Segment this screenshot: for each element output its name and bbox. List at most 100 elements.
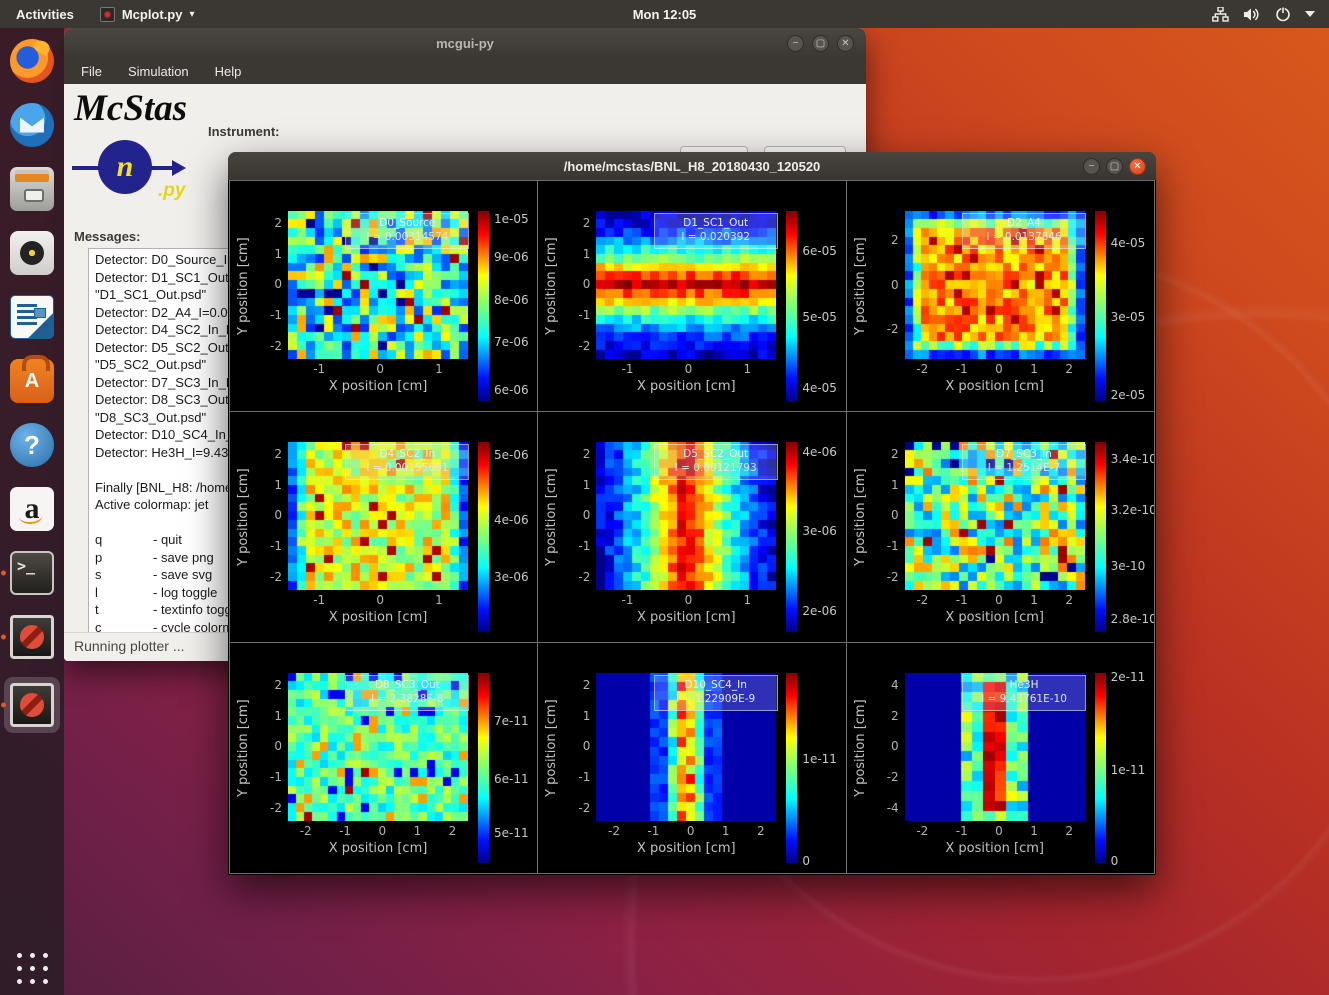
colorbar (786, 442, 797, 632)
ubuntu-software-icon: A (10, 359, 54, 403)
colorbar (1095, 673, 1106, 863)
colorbar-ticks: 3.4e-103.2e-103e-102.8e-10 (1111, 442, 1154, 632)
system-status-area[interactable] (1212, 6, 1329, 22)
y-axis-label: Y position [cm] (853, 211, 868, 361)
colorbar-ticks: 7e-116e-115e-11 (494, 673, 537, 863)
colorbar-ticks: 6e-055e-054e-05 (802, 211, 845, 401)
x-axis-label: X position [cm] (288, 379, 468, 394)
legend-box: He3HI = 9.43761E-10 (962, 675, 1086, 711)
mcgui-window-title: mcgui-py (436, 36, 494, 51)
y-axis-label: Y position [cm] (544, 673, 559, 823)
legend-box: D4_SC2_InI = 0.00155601 (345, 444, 469, 480)
running-indicator (1, 635, 6, 640)
x-axis-ticks: -2-1012 (596, 824, 776, 838)
legend-detector-name: D0_Source (350, 216, 464, 230)
legend-intensity: I = 1.22909E-9 (659, 692, 773, 706)
show-applications-button[interactable] (15, 951, 49, 985)
legend-detector-name: He3H (967, 678, 1081, 692)
clock-label: Mon 12:05 (633, 7, 697, 22)
dock-item-rhythmbox[interactable] (8, 229, 56, 277)
dock-item-writer[interactable] (8, 293, 56, 341)
colorbar (786, 211, 797, 401)
dock-item-terminal[interactable]: >_ (8, 549, 56, 597)
dock-item-thunderbird[interactable] (8, 101, 56, 149)
mcplot-titlebar[interactable]: /home/mcstas/BNL_H8_20180430_120520 − ▢ … (228, 152, 1156, 180)
mcplot-app-icon (100, 7, 115, 22)
files-icon (10, 167, 54, 211)
dock-item-firefox[interactable] (8, 37, 56, 85)
desktop: { "topbar": { "activities": "Activities"… (0, 0, 1329, 995)
minimize-button[interactable]: − (787, 35, 804, 52)
plots-grid: Y position [cm] 210-1-2 D0_SourceI = 0.003… (229, 180, 1155, 874)
activities-label: Activities (16, 7, 74, 22)
clock[interactable]: Mon 12:05 (633, 7, 697, 22)
y-axis-label: Y position [cm] (853, 442, 868, 592)
close-button[interactable]: ✕ (837, 35, 854, 52)
maximize-button[interactable]: ▢ (812, 35, 829, 52)
y-axis-ticks: 210-1-2 (564, 673, 590, 821)
dock-item-files[interactable] (8, 165, 56, 213)
minimize-button[interactable]: − (1083, 158, 1100, 175)
x-axis-ticks: -2-1012 (905, 824, 1085, 838)
x-axis-label: X position [cm] (596, 841, 776, 856)
y-axis-label: Y position [cm] (236, 442, 251, 592)
mcplot-window-title: /home/mcstas/BNL_H8_20180430_120520 (564, 159, 821, 174)
amazon-icon: a (10, 487, 54, 531)
legend-box: D5_SC2_OutI = 0.00121793 (654, 444, 778, 480)
dock: A ? a >_ (0, 28, 64, 995)
legend-intensity: I = 0.00314574 (350, 230, 464, 244)
y-axis-label: Y position [cm] (544, 211, 559, 361)
x-axis-label: X position [cm] (596, 379, 776, 394)
maximize-button[interactable]: ▢ (1106, 158, 1123, 175)
dock-item-mcplot-window[interactable] (4, 677, 60, 733)
y-axis-ticks: 20-2 (873, 211, 899, 359)
dock-item-help[interactable]: ? (8, 421, 56, 469)
dock-item-amazon[interactable]: a (8, 485, 56, 533)
legend-intensity: I = 0.0137846 (967, 230, 1081, 244)
legend-box: D8_SC3_OutI = 2.3828E-8 (345, 675, 469, 711)
legend-box: D10_SC4_InI = 1.22909E-9 (654, 675, 778, 711)
activities-button[interactable]: Activities (0, 0, 90, 28)
y-axis-ticks: 420-2-4 (873, 673, 899, 821)
menu-help[interactable]: Help (215, 64, 242, 79)
x-axis-label: X position [cm] (905, 841, 1085, 856)
x-axis-ticks: -101 (596, 362, 776, 376)
legend-detector-name: D5_SC2_Out (659, 447, 773, 461)
app-menu[interactable]: Mcplot.py ▾ (90, 0, 205, 28)
subplot-he3h: Y position [cm] 420-2-4 He3HI = 9.43761E-1… (847, 643, 1154, 873)
dock-item-mcgui-window[interactable] (8, 613, 56, 661)
mcstas-logo-text: McStas (74, 87, 187, 130)
legend-detector-name: D10_SC4_In (659, 678, 773, 692)
y-axis-label: Y position [cm] (544, 442, 559, 592)
subplot-d4_sc2_in: Y position [cm]210-1-2D4_SC2_InI = 0.001… (230, 412, 537, 642)
no-entry-window-icon (10, 683, 54, 727)
neutron-icon: n (98, 140, 152, 194)
close-button[interactable]: ✕ (1129, 158, 1146, 175)
legend-box: D1_SC1_OutI = 0.020392 (654, 213, 778, 249)
x-axis-label: X position [cm] (905, 610, 1085, 625)
app-menu-label: Mcplot.py (122, 7, 183, 22)
no-entry-window-icon (10, 615, 54, 659)
y-axis-ticks: 210-1-2 (256, 673, 282, 821)
subplot-d7_sc3_in: Y position [cm]210-1-2D7_SC3_InI = 1.251… (847, 412, 1154, 642)
x-axis-ticks: -2-1012 (905, 593, 1085, 607)
dock-item-software[interactable]: A (8, 357, 56, 405)
colorbar-ticks: 4e-063e-062e-06 (802, 442, 845, 632)
colorbar-ticks: 4e-053e-052e-05 (1111, 211, 1154, 401)
legend-detector-name: D4_SC2_In (350, 447, 464, 461)
mcgui-menubar: File Simulation Help (64, 58, 866, 84)
menu-file[interactable]: File (81, 64, 102, 79)
x-axis-ticks: -101 (288, 593, 468, 607)
menu-simulation[interactable]: Simulation (128, 64, 189, 79)
y-axis-label: Y position [cm] (853, 673, 868, 823)
legend-intensity: I = 0.00121793 (659, 461, 773, 475)
y-axis-label: Y position [cm] (236, 673, 251, 823)
py-label: .py (158, 180, 185, 202)
colorbar (478, 211, 489, 401)
legend-box: D2_A4I = 0.0137846 (962, 213, 1086, 249)
mcgui-titlebar[interactable]: mcgui-py − ▢ ✕ (64, 28, 866, 58)
instrument-label: Instrument: (208, 124, 280, 139)
x-axis-label: X position [cm] (596, 610, 776, 625)
chevron-down-icon: ▾ (189, 9, 194, 20)
network-wired-icon (1212, 7, 1229, 22)
